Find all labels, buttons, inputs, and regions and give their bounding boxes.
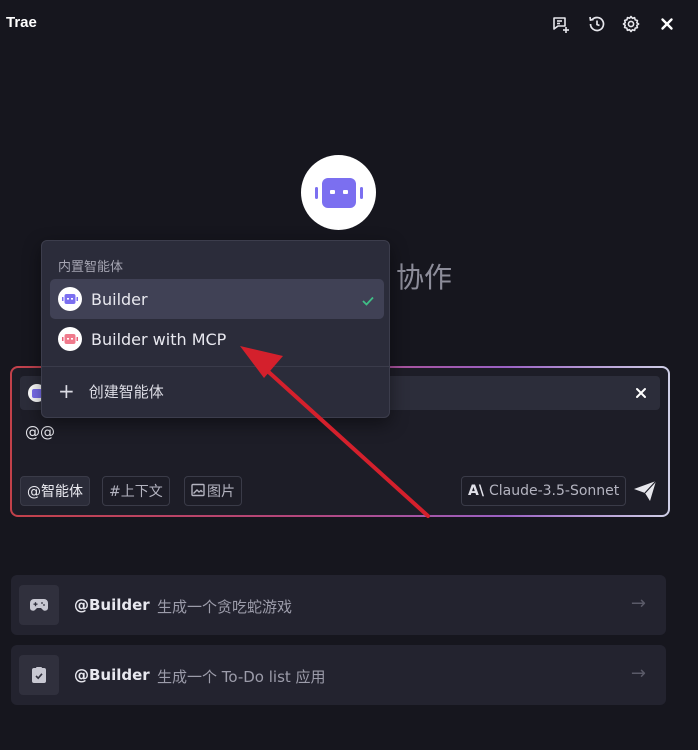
title-bar: Trae	[0, 0, 698, 48]
image-button[interactable]: 图片	[184, 476, 242, 506]
app-title: Trae	[6, 14, 37, 31]
model-name: Claude-3.5-Sonnet	[488, 483, 620, 499]
agent-dropdown: 内置智能体 Builder Builder with MCP + 创建智能体	[41, 240, 390, 418]
suggestion-mention: @Builder	[74, 666, 150, 684]
history-icon[interactable]	[586, 13, 608, 35]
arrow-right-icon: →	[630, 593, 646, 614]
builder-avatar-icon	[58, 287, 82, 311]
agent-option-label: Builder with MCP	[91, 329, 227, 349]
context-button[interactable]: #上下文	[102, 476, 170, 506]
agent-option-builder[interactable]: Builder	[50, 279, 384, 319]
create-agent-label: 创建智能体	[88, 382, 164, 401]
anthropic-logo-icon: A\	[468, 483, 484, 499]
suggestion-card[interactable]: @Builder 生成一个 To-Do list 应用 →	[11, 645, 666, 705]
check-icon	[362, 291, 374, 310]
agent-avatar	[301, 155, 376, 230]
send-icon[interactable]	[632, 478, 658, 504]
agent-option-builder-mcp[interactable]: Builder with MCP	[50, 319, 384, 359]
remove-agent-icon[interactable]	[632, 384, 650, 402]
new-chat-icon[interactable]	[550, 13, 572, 35]
close-icon[interactable]	[656, 13, 678, 35]
checklist-icon	[19, 655, 59, 695]
create-agent-button[interactable]: + 创建智能体	[58, 379, 164, 403]
dropdown-header: 内置智能体	[58, 260, 124, 275]
agent-option-label: Builder	[91, 289, 148, 309]
dropdown-divider	[42, 366, 389, 367]
builder-mcp-avatar-icon	[58, 327, 82, 351]
chat-input-text[interactable]: @@	[25, 423, 55, 441]
robot-icon	[314, 177, 363, 208]
model-selector[interactable]: A\ Claude-3.5-Sonnet	[461, 476, 627, 506]
settings-gear-icon[interactable]	[620, 13, 642, 35]
suggestion-mention: @Builder	[74, 596, 150, 614]
arrow-right-icon: →	[630, 663, 646, 684]
image-button-label: 图片	[207, 484, 235, 500]
suggestion-text: 生成一个贪吃蛇游戏	[157, 598, 293, 616]
agent-mention-button[interactable]: @智能体	[20, 476, 90, 506]
hero-title: 协作	[396, 261, 453, 294]
suggestion-card[interactable]: @Builder 生成一个贪吃蛇游戏 →	[11, 575, 666, 635]
gamepad-icon	[19, 585, 59, 625]
suggestion-text: 生成一个 To-Do list 应用	[157, 668, 326, 686]
image-icon	[191, 482, 205, 501]
plus-icon: +	[58, 379, 75, 403]
